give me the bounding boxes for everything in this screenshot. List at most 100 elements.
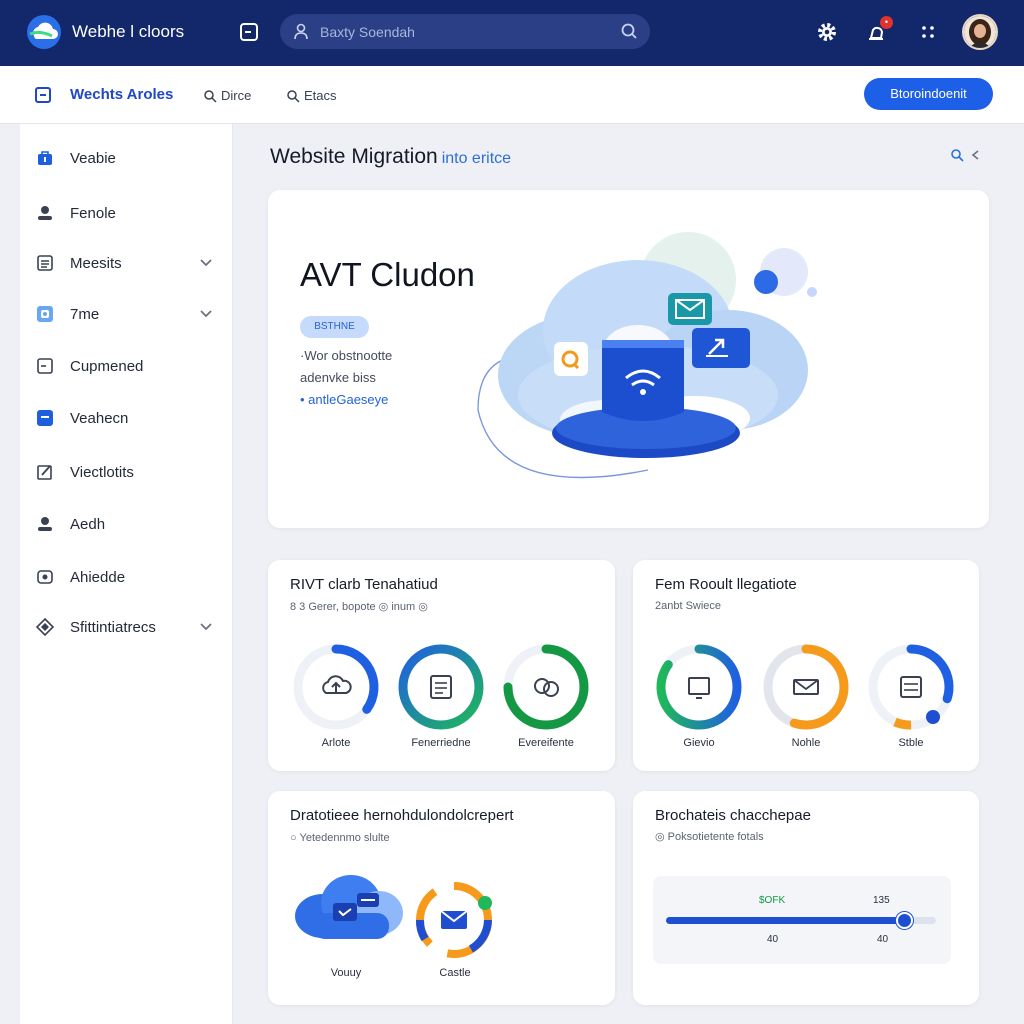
progress-fill — [666, 917, 904, 924]
camera-icon — [37, 570, 53, 584]
hero-title: AVT Cludon — [300, 256, 475, 293]
directory-link[interactable]: Dirce — [203, 88, 251, 103]
ring-label: Nohle — [791, 737, 821, 749]
sidebar-item-viectlotits[interactable]: Viectlotits — [20, 454, 233, 490]
ring-label: Arlote — [321, 737, 351, 749]
sidebar-item-label: Viectlotits — [70, 463, 134, 481]
card-title: Fem Rooult llegatiote — [655, 576, 797, 593]
sidebar-item-fenole[interactable]: Fenole — [20, 195, 233, 231]
notification-badge: • — [880, 16, 893, 29]
page-title-text: Website Migration — [270, 145, 438, 168]
sidebar-item-label: Aedh — [70, 515, 106, 533]
slider-handle[interactable] — [895, 912, 913, 929]
top-bar: Webhe l cloors Baxty Soendah • — [0, 0, 1024, 66]
cloud-logo-icon[interactable] — [26, 14, 62, 50]
search-icon[interactable] — [620, 22, 638, 40]
etacs-link-label: Etacs — [304, 88, 337, 103]
primary-action-button[interactable]: Btoroindoenit — [864, 78, 993, 110]
card-title: RIVT clarb Tenahatiud — [290, 576, 438, 593]
upload-progress-ring[interactable] — [291, 642, 381, 732]
user-icon — [38, 517, 52, 531]
progress-value-bottom-right: 40 — [877, 934, 889, 945]
transfer-card: Dratotieee hernohdulondolcrepert ○ Yeted… — [268, 791, 615, 1005]
grid-icon[interactable] — [916, 20, 940, 44]
cloud-chat-icon[interactable] — [293, 871, 405, 946]
card-title: Brochateis chacchepae — [655, 807, 811, 824]
gear-icon[interactable] — [815, 20, 839, 44]
search-icon[interactable] — [950, 148, 964, 162]
sidebar-item-label: Veabie — [70, 149, 116, 167]
sidebar-item-meesits[interactable]: Meesits — [20, 245, 233, 281]
progress-value-top-right: 135 — [873, 895, 890, 906]
ring-label: Stble — [898, 737, 924, 749]
search-input[interactable]: Baxty Soendah — [320, 24, 415, 40]
sidebar-item-label: Sfittintiatrecs — [70, 618, 156, 636]
bag-icon — [38, 151, 52, 165]
section-title[interactable]: Wechts Aroles — [70, 86, 173, 103]
title-tools — [950, 148, 982, 162]
chat-progress-ring[interactable] — [501, 642, 591, 732]
document-progress-ring[interactable] — [396, 642, 486, 732]
sidebar-item-cupmened[interactable]: Cupmened — [20, 348, 233, 384]
search-icon — [204, 89, 217, 103]
mail-progress-ring[interactable] — [761, 642, 851, 732]
ring-label: Gievio — [683, 737, 715, 749]
search-icon — [287, 89, 300, 103]
chevron-down-icon[interactable] — [199, 256, 213, 270]
card-subtitle: ○ Yetedennmo slulte — [290, 832, 390, 844]
card-subtitle: 8 3 Gerer, bopote ◎ inum ◎ — [290, 601, 428, 613]
chevron-left-icon[interactable] — [968, 148, 982, 162]
square-icon[interactable] — [34, 86, 52, 104]
etacs-link[interactable]: Etacs — [286, 88, 337, 103]
status-card: RIVT clarb Tenahatiud 8 3 Gerer, bopote … — [268, 560, 615, 771]
card-subtitle: ◎ Poksotietente fotals — [655, 831, 764, 843]
image-icon — [37, 306, 53, 322]
transfer-label: Vouuy — [330, 967, 362, 979]
migration-card: Fem Rooult llegatiote 2anbt Swiece Gievi… — [633, 560, 979, 771]
hero-link[interactable]: • antleGaeseye — [300, 392, 388, 407]
transfer-label: Castle — [439, 967, 471, 979]
sidebar-item-aedh[interactable]: Aedh — [20, 506, 233, 542]
progress-panel: $OFK 135 40 40 — [653, 876, 951, 964]
card-title: Dratotieee hernohdulondolcrepert — [290, 807, 514, 824]
monitor-progress-ring[interactable] — [654, 642, 744, 732]
diamond-icon — [36, 618, 54, 636]
server-progress-ring[interactable] — [866, 642, 956, 732]
sidebar-item-7me[interactable]: 7me — [20, 296, 233, 332]
edit-icon — [37, 465, 52, 480]
sidebar-item-sfittintiatrecs[interactable]: Sfittintiatrecs — [20, 609, 233, 645]
directory-link-label: Dirce — [221, 88, 252, 103]
minus-box-icon — [37, 358, 53, 374]
status-badge: BSTHNE — [300, 316, 369, 338]
chevron-down-icon[interactable] — [199, 620, 213, 634]
sidebar-item-ahiedde[interactable]: Ahiedde — [20, 559, 233, 595]
ring-label: Evereifente — [518, 737, 574, 749]
sidebar-item-label: Meesits — [70, 254, 122, 272]
cloud-migration-illustration — [477, 232, 817, 479]
sidebar-item-label: Ahiedde — [70, 568, 126, 586]
person-icon — [294, 23, 308, 40]
mail-ring-icon[interactable] — [413, 879, 495, 961]
sidebar-item-label: Cupmened — [70, 357, 144, 375]
sidebar-item-label: Veahecn — [70, 409, 129, 427]
card-subtitle: 2anbt Swiece — [655, 600, 722, 612]
progress-slider[interactable] — [666, 912, 936, 929]
search-bar[interactable]: Baxty Soendah — [280, 14, 650, 49]
progress-value-top-left: $OFK — [759, 895, 786, 906]
avatar[interactable] — [962, 14, 998, 50]
app-title: Webhe l cloors — [72, 22, 185, 41]
hero-description-line: adenvke biss — [300, 370, 376, 385]
page-title: Website Migration into eritce — [270, 145, 511, 169]
sub-header: Wechts Aroles Dirce Etacs Btoroindoenit — [0, 66, 1024, 124]
person-icon — [38, 206, 52, 220]
hero-description-line: ·Wor obstnootte — [300, 348, 393, 363]
hero-card: AVT Cludon BSTHNE ·Wor obstnootte adenvk… — [268, 190, 989, 528]
sidebar-toggle-icon[interactable] — [237, 20, 261, 44]
sidebar: Veabie Fenole Meesits 7me Cupmened Veahe… — [20, 124, 233, 1024]
sidebar-item-veahecn[interactable]: Veahecn — [20, 400, 233, 436]
ring-label: Fenerriedne — [411, 737, 471, 749]
sidebar-item-label: 7me — [70, 305, 100, 323]
chevron-down-icon[interactable] — [199, 307, 213, 321]
sidebar-item-veabie[interactable]: Veabie — [20, 140, 233, 176]
progress-value-bottom-left: 40 — [767, 934, 779, 945]
